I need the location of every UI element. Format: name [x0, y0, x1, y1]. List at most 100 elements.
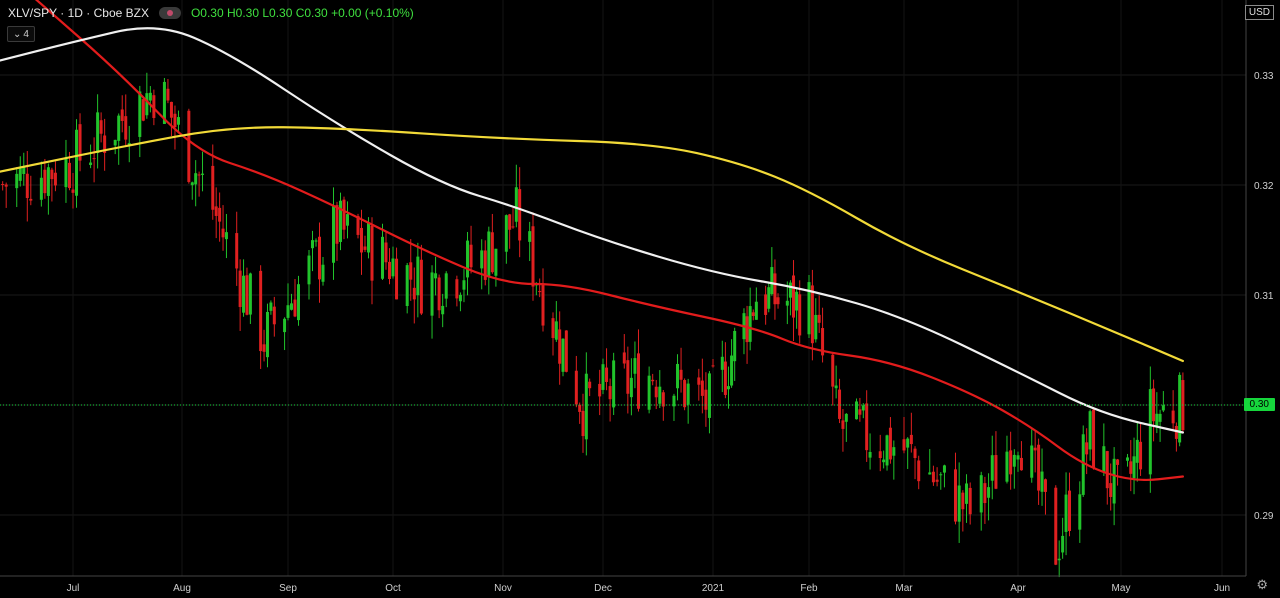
candle-body [1105, 451, 1109, 489]
candle-body [346, 214, 349, 226]
candle-body [764, 294, 768, 315]
price-chart[interactable]: 0.29 0.31 0.32 0.33 Jul Aug Sep Oct Nov Dec 2021 F… [0, 0, 1280, 598]
candle-body [339, 200, 342, 242]
candle-body [700, 380, 704, 396]
candle-body [776, 297, 780, 305]
candle-body [259, 270, 263, 352]
candle-body [314, 240, 318, 242]
candle-body [1171, 410, 1175, 424]
candle-body [1109, 483, 1113, 497]
candle-body [18, 168, 22, 181]
candle-body [43, 169, 47, 194]
time-tick-label: Feb [800, 583, 818, 594]
candle-body [748, 306, 752, 342]
candle-body [651, 379, 655, 382]
candle-body [1057, 558, 1061, 561]
candle-body [928, 472, 932, 475]
candle-body [1078, 494, 1082, 530]
candle-body [242, 275, 246, 313]
candle-body [218, 207, 222, 222]
candle-body [906, 438, 910, 448]
candle-body [968, 487, 972, 515]
candle-body [584, 373, 588, 440]
candle-body [654, 386, 658, 398]
candle-body [754, 301, 758, 320]
candle-body [733, 330, 737, 362]
candle-body [767, 287, 771, 309]
candle-body [29, 198, 33, 201]
candle-body [1092, 409, 1096, 469]
candle-body [67, 162, 71, 189]
visibility-eye-icon[interactable] [158, 7, 181, 19]
time-tick-label: Oct [385, 583, 401, 594]
candle-body [235, 233, 239, 269]
candle-body [490, 232, 494, 273]
currency-badge[interactable]: USD [1244, 5, 1274, 20]
candle-body [494, 248, 498, 276]
candle-body [307, 255, 311, 285]
candle-body [46, 167, 50, 196]
interval-label: 1D [67, 6, 83, 20]
candle-body [598, 383, 602, 397]
candle-body [117, 115, 121, 141]
candle-body [913, 448, 917, 459]
candle-body [1009, 450, 1013, 475]
candle-body [551, 318, 555, 338]
candle-body [39, 177, 43, 200]
settings-gear-icon[interactable]: ⚙ [1256, 577, 1268, 593]
candle-body [917, 460, 921, 482]
candle-body [194, 173, 198, 185]
candle-body [1129, 461, 1133, 474]
candle-body [726, 386, 730, 390]
candle-body [834, 385, 838, 389]
candle-body [148, 92, 152, 101]
candle-body [437, 277, 441, 311]
candle-body [1116, 459, 1120, 465]
candle-body [868, 451, 872, 458]
candle-body [773, 273, 777, 305]
candle-body [412, 287, 416, 300]
candle-body [711, 365, 715, 367]
price-tick-label: 0.32 [1254, 181, 1274, 192]
candle-body [53, 172, 57, 186]
candle-body [444, 273, 448, 299]
candle-body [367, 223, 370, 253]
candle-body [679, 369, 683, 380]
candle-body [528, 231, 532, 242]
indicators-collapse-button[interactable]: ⌄ 4 [7, 26, 35, 42]
candle-body [508, 214, 512, 230]
candle-body [1, 183, 5, 185]
candle-body [942, 465, 946, 473]
candle-body [15, 173, 19, 189]
symbol-legend[interactable]: XLV/SPY · 1D · Cboe BZX O0.30 H0.30 L0.3… [8, 6, 414, 20]
candle-body [321, 264, 325, 282]
candle-body [817, 314, 821, 323]
candle-body [636, 353, 640, 409]
candle-body [311, 240, 314, 249]
candle-body [683, 380, 687, 408]
candle-body [608, 386, 612, 400]
candle-body [882, 459, 886, 463]
candle-body [1054, 487, 1058, 565]
candle-body [4, 184, 8, 187]
candle-body [434, 273, 438, 279]
candle-body [983, 483, 987, 504]
chevron-down-icon: ⌄ [13, 28, 22, 40]
candle-body [384, 242, 388, 263]
exchange-label: Cboe BZX [93, 6, 149, 20]
candle-body [810, 285, 814, 344]
candle-body [71, 189, 75, 193]
candle-body [979, 475, 983, 513]
candle-body [469, 244, 473, 268]
candle-body [892, 447, 896, 456]
candle-body [561, 338, 565, 372]
candle-body [224, 232, 228, 240]
candle-body [953, 469, 957, 522]
candle-body [370, 225, 374, 281]
candle-body [558, 329, 562, 364]
candle-body [858, 409, 862, 415]
time-tick-label: May [1112, 583, 1131, 594]
candle-body [1126, 457, 1130, 461]
candle-body [363, 246, 367, 250]
candle-body [416, 256, 420, 296]
